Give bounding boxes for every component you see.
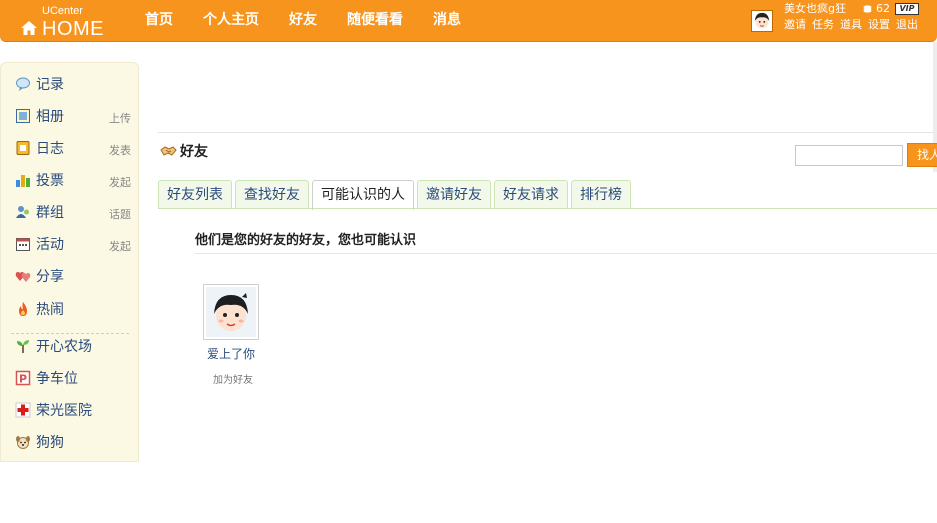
page-title-text: 好友: [180, 144, 208, 160]
sidebar-item-label: 狗狗: [36, 435, 64, 451]
tab-leaderboard[interactable]: 排行榜: [571, 180, 631, 209]
sidebar-item-event[interactable]: 活动 发起: [15, 233, 131, 255]
sidebar-item-label: 活动: [36, 237, 64, 253]
sidebar-item-label: 投票: [36, 173, 64, 189]
friend-face-icon: [206, 287, 256, 337]
start-poll-link[interactable]: 发起: [109, 174, 131, 190]
user-face-icon: [754, 12, 770, 29]
sidebar-item-label: 分享: [36, 269, 64, 285]
tab-underline: [158, 208, 937, 209]
sidebar-item-records[interactable]: 记录: [15, 73, 131, 95]
tab-friend-requests[interactable]: 好友请求: [494, 180, 568, 209]
settings-link[interactable]: 设置: [868, 18, 890, 32]
suggestion-heading: 他们是您的好友的好友，您也可能认识: [195, 233, 417, 248]
calendar-icon: [16, 238, 30, 251]
sidebar-item-label: 争车位: [36, 371, 78, 387]
notebook-icon: [16, 141, 30, 155]
nav-profile[interactable]: 个人主页: [188, 0, 274, 42]
sidebar-divider: [11, 333, 129, 334]
logo-ucenter-text: UCenter: [42, 5, 83, 17]
hearts-icon: [15, 272, 31, 282]
tab-friend-list[interactable]: 好友列表: [158, 180, 232, 209]
sidebar-item-group[interactable]: 群组 话题: [15, 201, 131, 223]
sidebar-item-blog[interactable]: 日志 发表: [15, 137, 131, 159]
search-input[interactable]: [795, 145, 903, 166]
picture-icon: [16, 109, 30, 123]
nav-home[interactable]: 首页: [130, 0, 188, 42]
group-icon: [16, 206, 29, 218]
tab-invite-friends[interactable]: 邀请好友: [417, 180, 491, 209]
sidebar-item-parking[interactable]: P 争车位: [15, 367, 131, 389]
friend-avatar[interactable]: [203, 284, 259, 340]
topic-link[interactable]: 话题: [109, 206, 131, 222]
logout-link[interactable]: 退出: [896, 18, 918, 32]
nav-messages[interactable]: 消息: [418, 0, 476, 42]
coin-icon: [863, 5, 872, 13]
top-header-bar: UCenter HOME 首页 个人主页 好友 随便看看 消息 美女也疯g狂 6…: [0, 0, 937, 42]
friend-suggestion-card: 爱上了你 加为好友: [203, 284, 263, 386]
vip-badge[interactable]: VIP: [895, 3, 919, 15]
props-link[interactable]: 道具: [840, 18, 862, 32]
sidebar-item-album[interactable]: 相册 上传: [15, 105, 131, 127]
sidebar-item-label: 热闹: [36, 302, 64, 318]
parking-icon: P: [15, 370, 31, 386]
sidebar-item-hot[interactable]: 热闹: [15, 298, 131, 320]
sidebar-item-hospital[interactable]: 荣光医院: [15, 399, 131, 421]
sidebar-item-share[interactable]: 分享: [15, 265, 131, 287]
home-icon: [21, 21, 37, 35]
sidebar-item-dog[interactable]: 狗狗: [15, 431, 131, 453]
sidebar: 记录 相册 上传 日志 发表 投票 发起 群组 话题 活动 发起 分享 热闹 开…: [0, 62, 139, 462]
sidebar-item-label: 日志: [36, 141, 64, 157]
handshake-icon: [160, 146, 177, 156]
add-friend-link[interactable]: 加为好友: [203, 371, 263, 386]
sidebar-item-farm[interactable]: 开心农场: [15, 335, 131, 357]
publish-link[interactable]: 发表: [109, 142, 131, 158]
red-cross-icon: [15, 402, 31, 418]
tasks-link[interactable]: 任务: [812, 18, 834, 32]
suggestion-heading-rule: [195, 253, 937, 254]
bar-chart-icon: [16, 175, 30, 187]
invite-link[interactable]: 邀请: [784, 18, 806, 32]
tab-people-you-may-know[interactable]: 可能认识的人: [312, 180, 414, 210]
sidebar-item-label: 群组: [36, 205, 64, 221]
speech-bubble-icon: [16, 77, 30, 91]
dog-icon: [16, 436, 30, 449]
nav-browse[interactable]: 随便看看: [332, 0, 418, 42]
sidebar-item-poll[interactable]: 投票 发起: [15, 169, 131, 191]
friend-name-link[interactable]: 爱上了你: [201, 345, 261, 362]
user-avatar[interactable]: [751, 10, 773, 32]
user-links: 邀请 任务 道具 设置 退出: [784, 18, 924, 32]
page-title: 好友: [160, 141, 208, 161]
sidebar-item-label: 记录: [36, 77, 64, 93]
sidebar-item-label: 开心农场: [36, 339, 92, 355]
content-top-rule: [158, 132, 937, 133]
main-nav: 首页 个人主页 好友 随便看看 消息: [130, 0, 476, 42]
search-button[interactable]: 找人: [907, 143, 937, 167]
tab-find-friends[interactable]: 查找好友: [235, 180, 309, 209]
logo-home-text: HOME: [42, 18, 104, 40]
fire-icon: [19, 302, 27, 316]
sprout-icon: [17, 340, 29, 353]
start-event-link[interactable]: 发起: [109, 238, 131, 254]
tab-bar: 好友列表 查找好友 可能认识的人 邀请好友 好友请求 排行榜: [158, 180, 634, 210]
upload-link[interactable]: 上传: [109, 110, 131, 126]
user-name[interactable]: 美女也疯g狂: [784, 2, 846, 16]
user-credit: 62: [876, 2, 890, 15]
sidebar-item-label: 荣光医院: [36, 403, 92, 419]
sidebar-item-label: 相册: [36, 109, 64, 125]
svg-text:P: P: [19, 373, 27, 386]
nav-friends[interactable]: 好友: [274, 0, 332, 42]
